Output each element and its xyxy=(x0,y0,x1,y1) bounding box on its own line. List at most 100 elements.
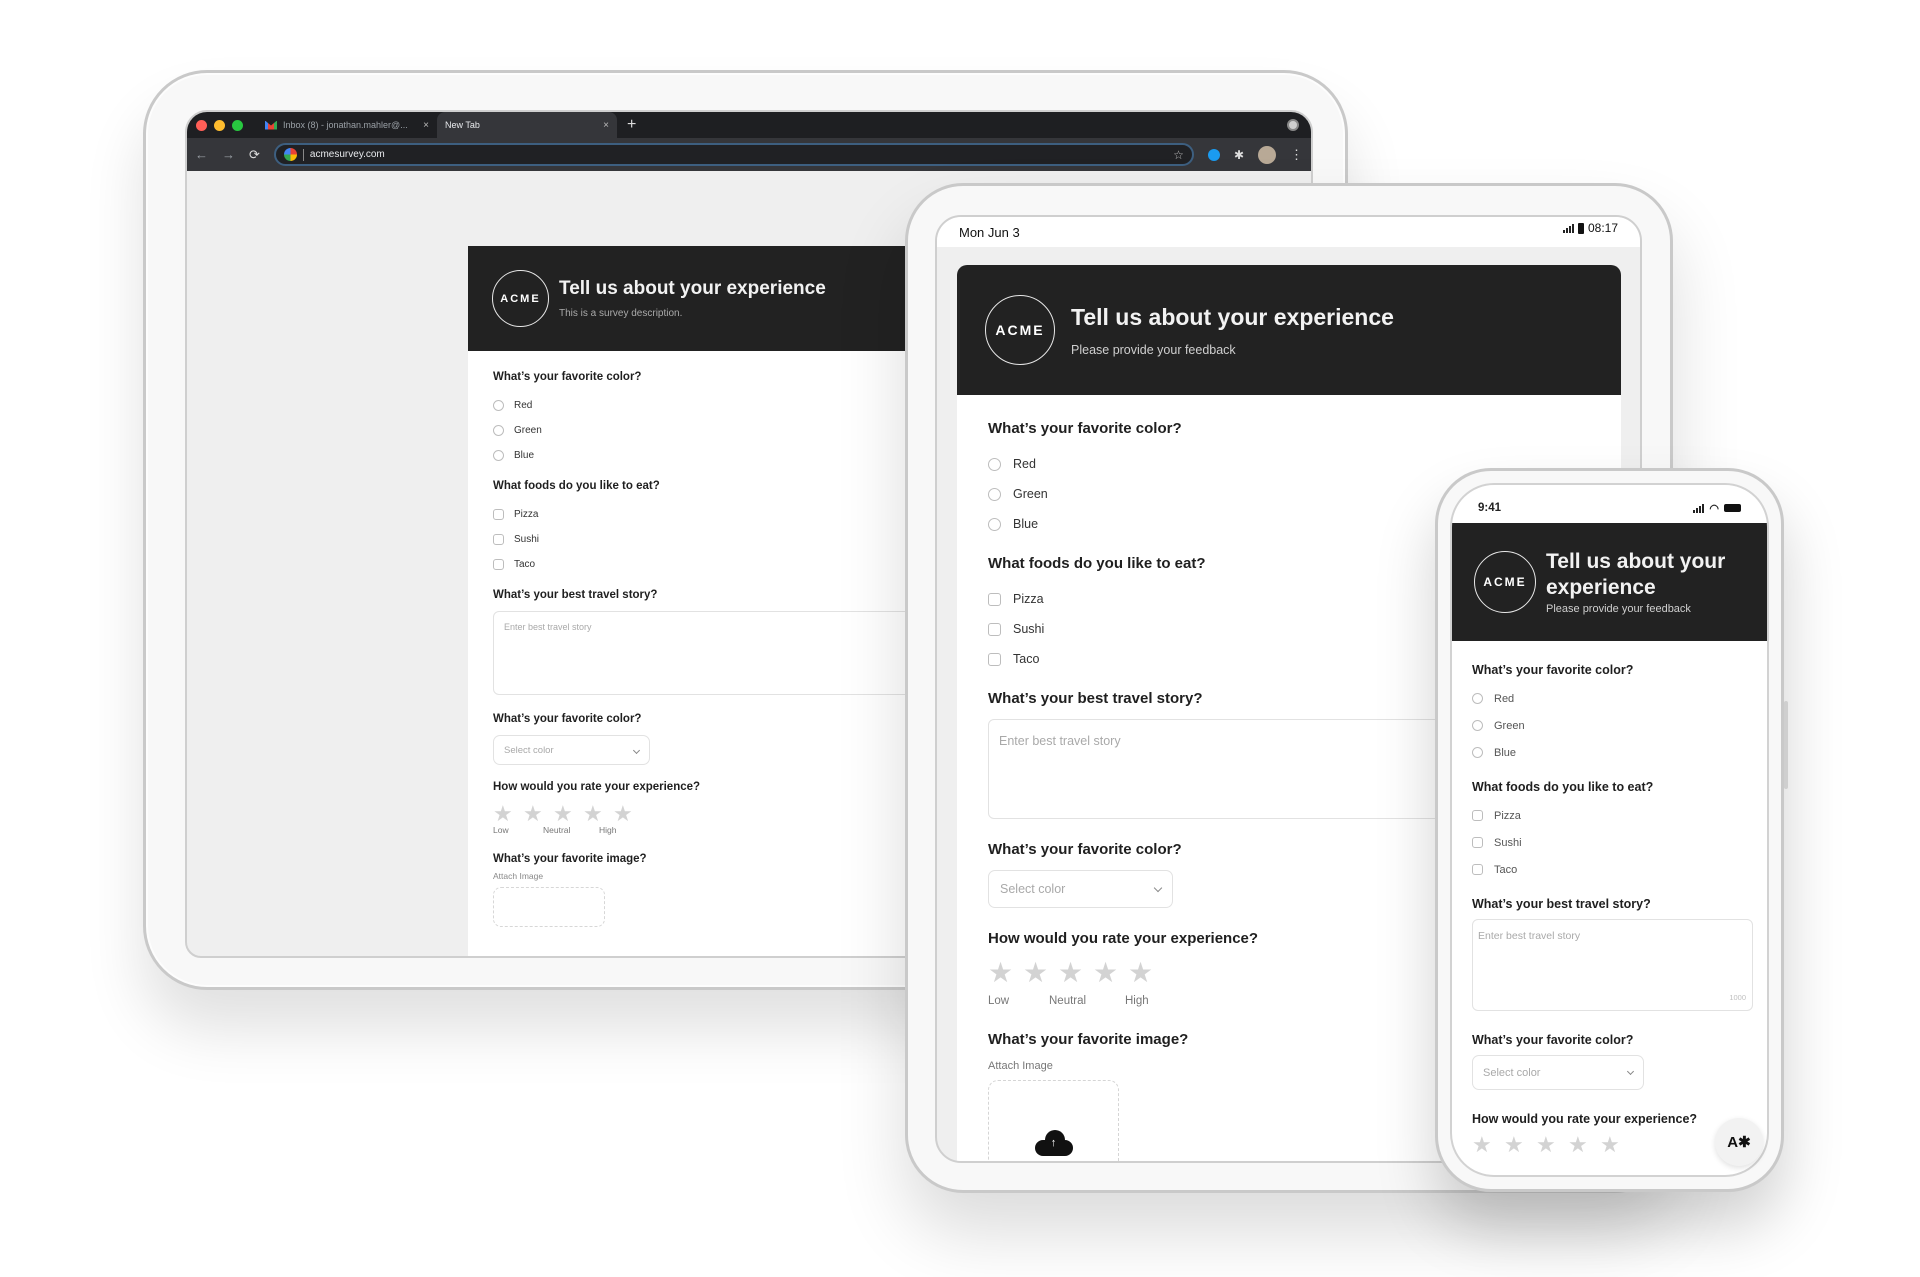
checkbox[interactable] xyxy=(1472,864,1483,875)
address-bar[interactable]: acmesurvey.com ☆ xyxy=(273,143,1194,166)
chevron-down-icon xyxy=(632,746,641,754)
star-icon[interactable]: ★ xyxy=(988,959,1023,987)
checkbox-option-taco[interactable]: Taco xyxy=(493,552,883,577)
option-label: Pizza xyxy=(1494,809,1521,822)
checkbox[interactable] xyxy=(988,622,1001,636)
checkbox[interactable] xyxy=(988,592,1001,606)
bookmark-star-icon[interactable]: ☆ xyxy=(1173,148,1184,162)
file-dropzone[interactable] xyxy=(493,887,605,927)
radio-button[interactable] xyxy=(988,487,1001,501)
radio-button[interactable] xyxy=(493,400,504,411)
radio-button[interactable] xyxy=(1472,720,1483,731)
forward-button[interactable]: → xyxy=(222,147,235,162)
back-button[interactable]: ← xyxy=(195,147,208,162)
checkbox[interactable] xyxy=(493,534,504,545)
color-select[interactable]: Select color xyxy=(493,735,650,765)
scale-low: Low xyxy=(493,825,509,835)
survey-subtitle: This is a survey description. xyxy=(559,308,683,319)
color-select[interactable]: Select color xyxy=(988,870,1173,908)
star-icon[interactable]: ★ xyxy=(1023,959,1058,987)
extensions-puzzle-icon[interactable]: ✱ xyxy=(1234,148,1244,162)
radio-option-green[interactable]: Green xyxy=(493,418,883,443)
wifi-icon: ◠ xyxy=(1709,502,1719,515)
star-icon[interactable]: ★ xyxy=(613,803,643,825)
question-title: How would you rate your experience? xyxy=(493,781,701,793)
option-label: Red xyxy=(514,400,533,411)
color-select[interactable]: Select color xyxy=(1472,1055,1644,1090)
accessibility-button[interactable]: A✱ xyxy=(1715,1118,1763,1166)
checkbox-option-pizza[interactable]: Pizza xyxy=(1472,802,1751,829)
status-time: 9:41 xyxy=(1478,502,1502,514)
radio-option-green[interactable]: Green xyxy=(1472,712,1751,739)
radio-button[interactable] xyxy=(988,517,1001,531)
checkbox-option-pizza[interactable]: Pizza xyxy=(493,502,883,527)
scale-low: Low xyxy=(988,995,1010,1007)
checkbox[interactable] xyxy=(1472,810,1483,821)
phone-status-bar: 9:41 ◠ xyxy=(1452,485,1767,523)
star-icon[interactable]: ★ xyxy=(523,803,553,825)
checkbox-option-sushi[interactable]: Sushi xyxy=(1472,829,1751,856)
chevron-down-icon xyxy=(1626,1067,1635,1075)
close-tab-icon[interactable]: × xyxy=(423,120,429,131)
new-tab-button[interactable]: + xyxy=(627,116,636,134)
star-icon[interactable]: ★ xyxy=(1504,1134,1536,1156)
close-tab-icon[interactable]: × xyxy=(603,120,609,131)
divider xyxy=(302,148,304,161)
option-label: Taco xyxy=(1494,863,1518,876)
reload-button[interactable]: ⟳ xyxy=(249,147,260,163)
question-title: What’s your favorite color? xyxy=(493,371,642,383)
star-icon[interactable]: ★ xyxy=(1093,959,1128,987)
option-label: Green xyxy=(1013,487,1048,501)
signal-icon xyxy=(1562,223,1574,233)
radio-option-red[interactable]: Red xyxy=(493,393,883,418)
radio-button[interactable] xyxy=(493,450,504,461)
question-title: What’s your favorite color? xyxy=(1472,1033,1634,1047)
radio-button[interactable] xyxy=(988,457,1001,471)
star-icon[interactable]: ★ xyxy=(553,803,583,825)
extension-icon[interactable] xyxy=(1207,148,1220,161)
survey-form-mobile: ACME Tell us about your experience Pleas… xyxy=(1452,523,1767,1175)
upload-cloud-icon: ↑ xyxy=(1034,1130,1073,1156)
rating-scale-labels: Low Neutral High xyxy=(493,825,883,835)
star-icon[interactable]: ★ xyxy=(583,803,613,825)
question-title: What’s your favorite color? xyxy=(1472,663,1634,677)
travel-story-textarea[interactable]: Enter best travel story 1000 xyxy=(1472,919,1753,1011)
browser-tab-new-tab[interactable]: New Tab × xyxy=(437,112,617,138)
browser-tab-inbox[interactable]: Inbox (8) - jonathan.mahler@... × xyxy=(257,112,437,138)
checkbox[interactable] xyxy=(1472,837,1483,848)
survey-header: ACME Tell us about your experience This … xyxy=(468,246,908,351)
radio-option-blue[interactable]: Blue xyxy=(1472,739,1751,766)
star-rating: ★ ★ ★ ★ ★ xyxy=(1472,1134,1751,1156)
battery-icon xyxy=(1577,222,1584,234)
browser-menu-icon[interactable]: ⋮ xyxy=(1290,147,1303,163)
star-icon[interactable]: ★ xyxy=(1536,1134,1568,1156)
checkbox-option-taco[interactable]: Taco xyxy=(1472,856,1751,883)
checkbox[interactable] xyxy=(493,509,504,520)
star-icon[interactable]: ★ xyxy=(1058,959,1093,987)
radio-option-blue[interactable]: Blue xyxy=(493,443,883,468)
question-title: What’s your favorite color? xyxy=(493,713,642,725)
file-dropzone[interactable]: ↑ Upload File xyxy=(988,1080,1119,1161)
star-icon[interactable]: ★ xyxy=(1128,959,1163,987)
close-window-button[interactable] xyxy=(196,119,207,131)
profile-avatar[interactable] xyxy=(1258,145,1276,164)
radio-button[interactable] xyxy=(1472,693,1483,704)
option-label: Pizza xyxy=(514,509,539,520)
radio-button[interactable] xyxy=(493,425,504,436)
scale-high: High xyxy=(599,825,617,835)
phone-screen: 9:41 ◠ ACME Tell us about your experienc… xyxy=(1450,483,1769,1177)
battery-icon xyxy=(1724,504,1741,512)
checkbox[interactable] xyxy=(988,652,1001,666)
star-icon[interactable]: ★ xyxy=(1472,1134,1504,1156)
checkbox[interactable] xyxy=(493,559,504,570)
chrome-account-icon[interactable] xyxy=(1287,119,1299,131)
minimize-window-button[interactable] xyxy=(214,119,225,131)
maximize-window-button[interactable] xyxy=(232,119,243,131)
radio-button[interactable] xyxy=(1472,747,1483,758)
radio-option-red[interactable]: Red xyxy=(1472,685,1751,712)
checkbox-option-sushi[interactable]: Sushi xyxy=(493,527,883,552)
select-placeholder: Select color xyxy=(1483,1066,1541,1079)
star-icon[interactable]: ★ xyxy=(493,803,523,825)
star-icon[interactable]: ★ xyxy=(1600,1134,1632,1156)
star-icon[interactable]: ★ xyxy=(1568,1134,1600,1156)
